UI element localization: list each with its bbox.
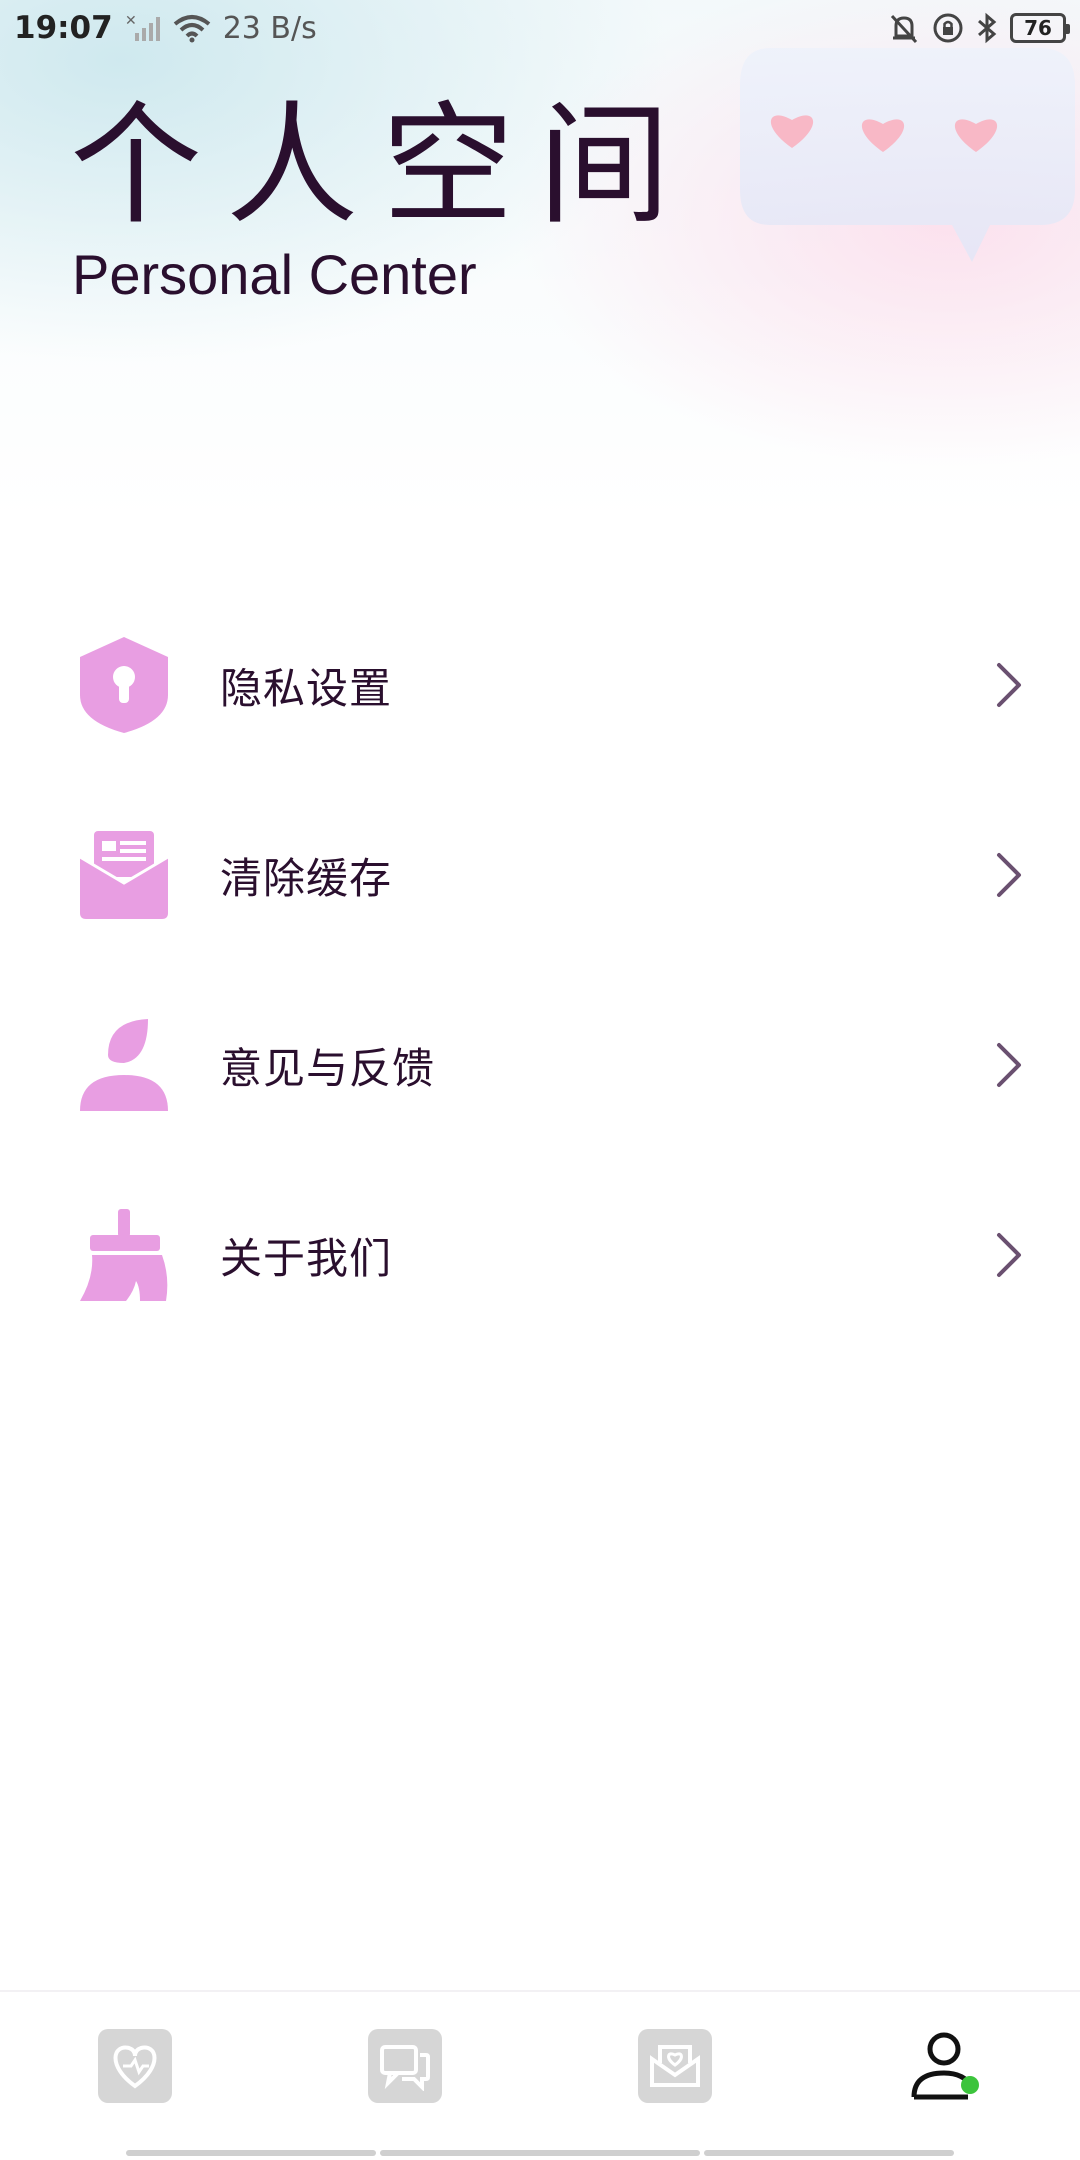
settings-menu: 隐私设置 清除缓存 意见与反馈 关于我们 [0,590,1080,1350]
menu-item-about-us[interactable]: 关于我们 [0,1160,1080,1350]
menu-item-privacy[interactable]: 隐私设置 [0,590,1080,780]
person-icon [78,1015,170,1115]
home-indicator [380,2150,700,2156]
wifi-icon [173,13,211,43]
battery-icon: 76 [1010,13,1070,43]
home-indicator [704,2150,954,2156]
broom-icon [78,1205,170,1305]
network-speed: 23 B/s [222,10,317,46]
heart-mail-icon [638,2029,712,2103]
page-subtitle: Personal Center [72,243,477,306]
messages-tab[interactable] [305,2001,505,2131]
heart-tab[interactable] [35,2001,235,2131]
bottom-nav [0,1990,1080,2160]
menu-item-feedback[interactable]: 意见与反馈 [0,970,1080,1160]
menu-item-label: 隐私设置 [220,663,393,713]
signal-x-icon: ✕ [125,13,161,43]
heart-icon [98,2029,172,2103]
shield-keyhole-icon [78,635,170,735]
status-time: 19:07 [14,10,113,46]
svg-text:✕: ✕ [125,13,137,29]
mail-tab[interactable] [575,2001,775,2131]
page-title: 个人空间 [70,89,694,243]
menu-item-label: 清除缓存 [220,853,393,903]
chevron-right-icon [997,1233,1021,1277]
home-indicator [126,2150,376,2156]
user-icon [908,2029,982,2103]
chevron-right-icon [997,853,1021,897]
chevron-right-icon [997,1043,1021,1087]
chevron-right-icon [997,663,1021,707]
heart-chat-bubble-icon [740,40,1080,280]
menu-item-label: 意见与反馈 [220,1043,436,1093]
menu-item-clear-cache[interactable]: 清除缓存 [0,780,1080,970]
profile-tab[interactable] [845,2001,1045,2131]
menu-item-label: 关于我们 [220,1233,393,1283]
mail-box-icon [78,825,170,925]
chat-icon [368,2029,442,2103]
